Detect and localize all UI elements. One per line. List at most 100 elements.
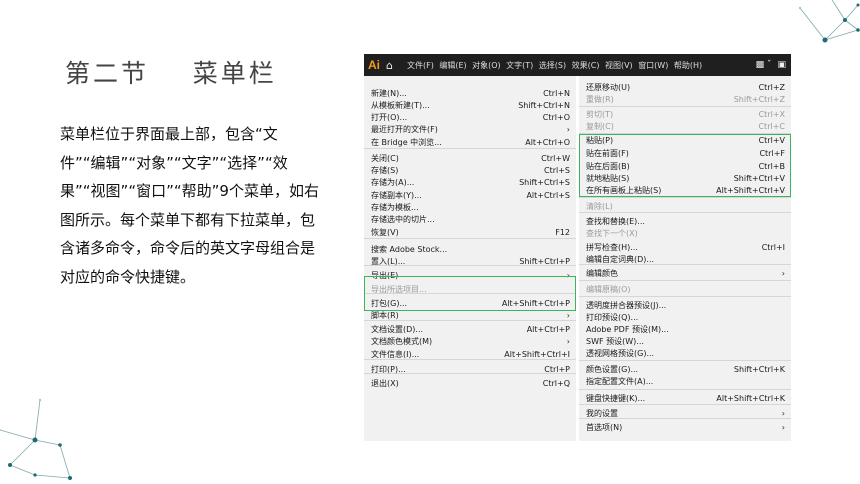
menu-item-label: 透视网格预设(G)... <box>586 349 655 358</box>
menu-select[interactable]: 选择(S) <box>539 60 566 71</box>
menu-item-label: 键盘快捷键(K)... <box>586 394 646 403</box>
menu-item-shortcut: Ctrl+N <box>543 89 570 98</box>
menu-item-shortcut: › <box>566 125 570 134</box>
file-menu-item[interactable]: 文档颜色模式(M) › <box>364 336 576 347</box>
menu-item-shortcut: Ctrl+W <box>541 154 570 163</box>
menu-item-label: 文档颜色模式(M) <box>371 337 433 346</box>
highlight-box <box>579 134 791 197</box>
menu-separator <box>364 148 576 149</box>
file-menu-item[interactable]: 脚本(R) › <box>364 310 576 321</box>
file-menu-item[interactable]: 存储选中的切片... <box>364 214 576 225</box>
menu-item-label: 存储选中的切片... <box>371 215 435 224</box>
edit-menu-item[interactable]: SWF 预设(W)... <box>579 336 791 347</box>
menu-item-label: 颜色设置(G)... <box>586 365 639 374</box>
menu-item-shortcut: Ctrl+Q <box>542 379 570 388</box>
edit-menu-item[interactable]: 编辑自定词典(D)... <box>579 254 791 265</box>
edit-menu-item[interactable]: 透视网格预设(G)... <box>579 348 791 359</box>
menu-separator <box>579 280 791 281</box>
menu-item-label: 我的设置 <box>586 409 618 418</box>
file-menu-item[interactable]: 置入(L)... Shift+Ctrl+P <box>364 256 576 267</box>
app-menu-bar: Ai ⌂ 文件(F) 编辑(E) 对象(O) 文字(T) 选择(S) 效果(C)… <box>364 54 791 76</box>
file-menu-item[interactable]: 打开(O)... Ctrl+O <box>364 112 576 123</box>
menu-item-shortcut: Alt+Ctrl+S <box>526 191 570 200</box>
menu-item-shortcut: Ctrl+P <box>544 365 570 374</box>
edit-menu-item[interactable]: 还原移动(U) Ctrl+Z <box>579 82 791 93</box>
menu-item-label: 文档设置(D)... <box>371 325 424 334</box>
edit-menu-item[interactable]: 拼写检查(H)... Ctrl+I <box>579 242 791 253</box>
edit-menu-item[interactable]: 打印预设(Q)... <box>579 312 791 323</box>
edit-menu-item[interactable]: 编辑颜色 › <box>579 268 791 279</box>
menu-effect[interactable]: 效果(C) <box>572 60 600 71</box>
menu-item-label: SWF 预设(W)... <box>586 337 644 346</box>
file-menu-item[interactable]: 最近打开的文件(F) › <box>364 124 576 135</box>
arrange-documents-icon[interactable]: ▣ <box>777 60 786 70</box>
edit-menu-item[interactable]: 查找和替换(E)... <box>579 216 791 227</box>
edit-dropdown-menu: 还原移动(U) Ctrl+Z 重做(R) Shift+Ctrl+Z 剪切(T) Ctrl+… <box>579 76 791 441</box>
file-menu-item[interactable]: 文档设置(D)... Alt+Ctrl+P <box>364 324 576 335</box>
edit-menu-item: 清除(L) <box>579 201 791 212</box>
menu-item-label: 编辑自定词典(D)... <box>586 255 655 264</box>
file-menu-item[interactable]: 从模板新建(T)... Shift+Ctrl+N <box>364 100 576 111</box>
file-menu-item[interactable]: 存储(S) Ctrl+S <box>364 165 576 176</box>
menu-separator <box>579 212 791 213</box>
file-menu-item[interactable]: 关闭(C) Ctrl+W <box>364 153 576 164</box>
file-menu-item[interactable]: 搜索 Adobe Stock... <box>364 244 576 255</box>
file-menu-item[interactable]: 恢复(V) F12 <box>364 227 576 238</box>
file-menu-item[interactable]: 退出(X) Ctrl+Q <box>364 378 576 389</box>
file-menu-item[interactable]: 存储副本(Y)... Alt+Ctrl+S <box>364 190 576 201</box>
menu-object[interactable]: 对象(O) <box>472 60 501 71</box>
file-menu-item[interactable]: 打印(P)... Ctrl+P <box>364 364 576 375</box>
menu-item-shortcut: Alt+Ctrl+P <box>526 325 570 334</box>
edit-menu-item[interactable]: 颜色设置(G)... Shift+Ctrl+K <box>579 364 791 375</box>
menu-item-label: 复制(C) <box>586 122 614 131</box>
menu-item-label: 首选项(N) <box>586 423 623 432</box>
menu-item-shortcut: Shift+Ctrl+N <box>518 101 570 110</box>
menu-edit[interactable]: 编辑(E) <box>439 60 466 71</box>
menu-item-shortcut: Shift+Ctrl+Z <box>733 95 785 104</box>
menu-item-shortcut: Alt+Ctrl+O <box>525 138 570 147</box>
menu-item-label: 从模板新建(T)... <box>371 101 430 110</box>
file-menu-item[interactable]: 存储为模板... <box>364 202 576 213</box>
file-menu-item[interactable]: 在 Bridge 中浏览... Alt+Ctrl+O <box>364 137 576 148</box>
file-menu-item[interactable]: 文件信息(I)... Alt+Shift+Ctrl+I <box>364 349 576 360</box>
file-menu-item[interactable]: 存储为(A)... Shift+Ctrl+S <box>364 177 576 188</box>
menu-item-shortcut: › <box>781 409 785 418</box>
workspace-layout-icon[interactable]: ▩ ˇ <box>756 60 772 70</box>
menu-view[interactable]: 视图(V) <box>605 60 633 71</box>
menu-file[interactable]: 文件(F) <box>407 60 434 71</box>
menu-item-shortcut: › <box>566 311 570 320</box>
menu-item-label: 清除(L) <box>586 202 613 211</box>
menu-item-shortcut: Ctrl+C <box>758 122 785 131</box>
home-icon[interactable]: ⌂ <box>386 59 393 72</box>
highlight-box <box>364 276 576 311</box>
network-decoration-top-right <box>789 0 860 56</box>
illustrator-logo: Ai <box>368 58 380 72</box>
edit-menu-item[interactable]: 我的设置 › <box>579 408 791 419</box>
menu-help[interactable]: 帮助(H) <box>674 60 702 71</box>
menu-separator <box>579 106 791 107</box>
menu-item-label: 存储副本(Y)... <box>371 191 422 200</box>
menu-item-label: 重做(R) <box>586 95 614 104</box>
menu-item-label: 退出(X) <box>371 379 399 388</box>
menu-item-label: 指定配置文件(A)... <box>586 377 654 386</box>
menu-item-shortcut: Ctrl+S <box>543 166 570 175</box>
edit-menu-item[interactable]: 键盘快捷键(K)... Alt+Shift+Ctrl+K <box>579 393 791 404</box>
menu-item-label: 存储(S) <box>371 166 399 175</box>
edit-menu-item[interactable]: 指定配置文件(A)... <box>579 376 791 387</box>
menu-item-shortcut: Ctrl+I <box>761 243 785 252</box>
menu-item-label: 打开(O)... <box>371 113 408 122</box>
edit-menu-item[interactable]: 首选项(N) › <box>579 422 791 433</box>
edit-menu-item: 重做(R) Shift+Ctrl+Z <box>579 94 791 105</box>
menu-type[interactable]: 文字(T) <box>506 60 533 71</box>
menu-item-label: 最近打开的文件(F) <box>371 125 438 134</box>
file-menu-item[interactable]: 新建(N)... Ctrl+N <box>364 88 576 99</box>
edit-menu-item[interactable]: 透明度拼合器预设(J)... <box>579 300 791 311</box>
menu-item-label: 透明度拼合器预设(J)... <box>586 301 667 310</box>
menu-separator <box>579 404 791 405</box>
menu-item-shortcut: Ctrl+Z <box>758 83 785 92</box>
edit-menu-item[interactable]: Adobe PDF 预设(M)... <box>579 324 791 335</box>
edit-menu-item: 复制(C) Ctrl+C <box>579 121 791 132</box>
file-dropdown-menu: 新建(N)... Ctrl+N 从模板新建(T)... Shift+Ctrl+N 打开(… <box>364 76 576 441</box>
menu-item-label: 编辑颜色 <box>586 269 618 278</box>
menu-window[interactable]: 窗口(W) <box>638 60 668 71</box>
